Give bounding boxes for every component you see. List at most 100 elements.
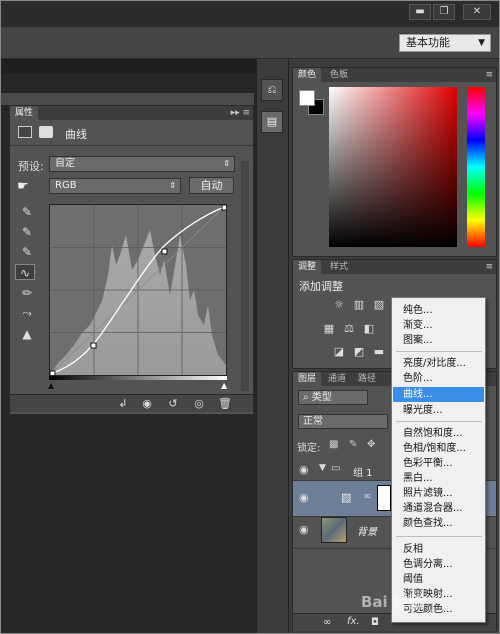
tab-swatches[interactable]: 色板 [325,68,353,82]
panel-dock [256,59,289,633]
blend-mode-select[interactable]: 正常 [298,414,388,429]
channel-select-value: RGB [55,180,77,191]
panel-menu-icon[interactable]: ≡ [485,68,493,82]
link-layers-icon[interactable]: ∞ [323,617,331,628]
menu-item-channel-mixer[interactable]: 通道混合器... [393,501,484,516]
properties-dock-icon[interactable]: ▤ [261,111,283,133]
history-icon[interactable]: ⎌ [261,79,283,101]
menu-item-posterize[interactable]: 色调分离... [393,557,484,572]
menu-item-pattern[interactable]: 图案... [393,333,484,348]
posterize-icon[interactable]: ◩ [352,346,366,358]
preset-select[interactable]: 自定 ⇕ [49,156,235,172]
photoshop-window: ▬ ❐ ✕ 基本功能 ▼ 属性 ▸▸ ≡ 曲线 预设: 自定 ⇕ ☛ RGB ⇕… [0,0,500,634]
tab-color[interactable]: 颜色 [293,68,322,82]
layer-name: 组 1 [353,468,373,479]
black-point-slider[interactable]: ▲ [48,381,54,390]
title-bar: ▬ ❐ ✕ [1,1,499,27]
menu-item-photo-filter[interactable]: 照片滤镜... [393,486,484,501]
menu-item-hue-saturation[interactable]: 色相/饱和度... [393,441,484,456]
tab-channels[interactable]: 通道 [323,372,351,386]
clipping-warning-icon[interactable]: ▲ [17,326,37,342]
color-field[interactable] [329,87,457,247]
menu-item-invert[interactable]: 反相 [393,542,484,557]
curve-point-white[interactable] [221,204,228,211]
black-white-icon[interactable]: ◧ [362,323,376,335]
menu-item-curves[interactable]: 曲线... [393,387,484,402]
tab-properties[interactable]: 属性 [10,106,39,120]
invert-icon[interactable]: ◪ [332,346,346,358]
adjustment-layer-menu: 纯色... 渐变... 图案... 亮度/对比度... 色阶... 曲线... … [391,297,486,623]
lock-pixels-icon[interactable]: ✎ [349,439,357,450]
tab-layers[interactable]: 图层 [293,372,322,386]
tab-paths[interactable]: 路径 [353,372,381,386]
eyedropper-gray-icon[interactable]: ✎ [17,224,37,240]
menu-item-color-balance[interactable]: 色彩平衡... [393,456,484,471]
hue-saturation-icon[interactable]: ▦ [322,323,336,335]
menu-item-threshold[interactable]: 阈值 [393,572,484,587]
properties-tabbar: 属性 ▸▸ ≡ [10,106,253,120]
curve-point[interactable] [90,342,97,349]
reset-icon[interactable]: ↺ [162,395,184,413]
workspace-select[interactable]: 基本功能 ▼ [399,34,491,52]
curves-graph[interactable] [49,204,228,377]
menu-item-solid-color[interactable]: 纯色... [393,303,484,318]
menu-item-vibrance[interactable]: 自然饱和度... [393,426,484,441]
menu-item-brightness-contrast[interactable]: 亮度/对比度... [393,356,484,371]
adjustments-tabbar: 调整 样式 ≡ [293,260,496,274]
target-adjustment-hand-icon[interactable]: ☛ [17,179,29,194]
channel-select[interactable]: RGB ⇕ [49,178,181,194]
levels-icon[interactable]: ▥ [352,299,366,311]
curve-point-black[interactable] [49,370,56,377]
tab-adjustments[interactable]: 调整 [293,260,322,274]
clip-to-layer-icon[interactable]: ↲ [112,395,134,413]
pencil-icon[interactable]: ✏ [17,285,37,301]
auto-button[interactable]: 自动 [189,177,234,194]
layer-filter-select[interactable]: ⌕ 类型 [298,390,368,405]
panel-menu-icon[interactable]: ≡ [485,260,493,274]
tab-styles[interactable]: 样式 [325,260,353,274]
menu-item-exposure[interactable]: 曝光度... [393,403,484,418]
close-button[interactable]: ✕ [463,4,491,20]
fx-icon[interactable]: fx. [347,616,360,627]
search-icon: ⌕ [303,392,312,403]
menu-item-levels[interactable]: 色阶... [393,371,484,386]
preset-label: 预设: [18,160,44,173]
smooth-icon[interactable]: ⤳ [17,305,37,321]
curves-icon[interactable]: ▧ [372,299,386,311]
menu-item-black-white[interactable]: 黑白... [393,471,484,486]
white-point-slider[interactable]: ▲ [221,381,227,390]
gradient-map-icon[interactable]: ▬ [372,346,386,358]
link-icon[interactable]: ∞ [363,491,371,502]
lock-transparency-icon[interactable]: ▩ [329,439,338,450]
curve-point[interactable] [161,248,168,255]
menu-separator [396,421,482,422]
visibility-eye-icon[interactable]: ◎ [188,395,210,413]
hue-slider[interactable] [467,87,485,247]
eye-icon[interactable]: ◉ [299,463,309,476]
restore-button[interactable]: ❐ [433,4,455,20]
chevron-down-icon[interactable]: ▼ [319,463,326,473]
output-gradient-bar [49,376,227,380]
color-balance-icon[interactable]: ⚖ [342,323,356,335]
chevron-down-icon: ▼ [478,38,485,48]
panel-header-strip [1,93,254,105]
curve-edit-icon[interactable]: ∿ [15,264,35,280]
eye-icon[interactable]: ◉ [299,523,309,536]
foreground-color-swatch[interactable] [299,90,315,106]
eyedropper-white-icon[interactable]: ✎ [17,244,37,260]
lock-position-icon[interactable]: ✥ [367,439,375,450]
workspace-select-value: 基本功能 [406,36,450,49]
properties-scrollbar[interactable] [241,161,249,391]
layer-mask-thumbnail[interactable] [377,485,391,511]
panel-menu-icon[interactable]: ▸▸ ≡ [231,106,250,120]
properties-type-label: 曲线 [65,128,87,141]
menu-item-gradient[interactable]: 渐变... [393,318,484,333]
eyedropper-black-icon[interactable]: ✎ [17,204,37,220]
minimize-button[interactable]: ▬ [409,4,431,20]
view-previous-icon[interactable]: ◉ [136,395,158,413]
mask-icon[interactable] [39,126,53,138]
trash-icon[interactable]: 🗑 [214,395,236,413]
menu-item-color-lookup[interactable]: 颜色查找... [393,516,484,531]
eye-icon[interactable]: ◉ [299,491,309,504]
brightness-icon[interactable]: ☼ [332,299,346,311]
